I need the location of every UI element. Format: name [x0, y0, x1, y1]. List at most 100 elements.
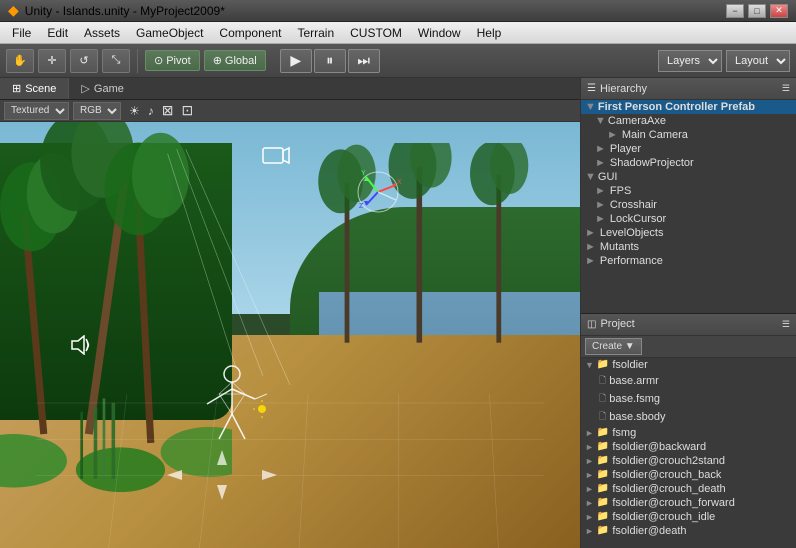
project-panel: ◫ Project ☰ Create ▼ ▼ 📁 fsoldier 🗋 base…	[581, 314, 796, 548]
svg-text:X: X	[397, 179, 402, 186]
hierarchy-item-gui[interactable]: ▼ GUI	[581, 170, 796, 184]
dot-maincamera: ►	[607, 129, 618, 141]
scene-tabs: ⊞ Scene ▷ Game	[0, 78, 580, 100]
tab-scene[interactable]: ⊞ Scene	[0, 78, 69, 99]
movement-arrows	[162, 445, 282, 505]
menu-bar: FileEditAssetsGameObjectComponentTerrain…	[0, 22, 796, 44]
create-button[interactable]: Create ▼	[585, 338, 642, 355]
dot-fps: ►	[595, 185, 606, 197]
menu-item-assets[interactable]: Assets	[76, 22, 128, 43]
scale-tool-button[interactable]: ⤡	[102, 49, 130, 73]
layers-dropdown[interactable]: Layers	[658, 50, 722, 72]
menu-item-file[interactable]: File	[4, 22, 39, 43]
hierarchy-item-fpcp[interactable]: ▼ First Person Controller Prefab	[581, 100, 796, 114]
project-item-fsoldier-backward[interactable]: ► 📁 fsoldier@backward	[581, 440, 796, 454]
rotate-tool-button[interactable]: ↺	[70, 49, 98, 73]
folder-icon-fsmg: 📁	[597, 427, 609, 438]
arrow-crouch-idle: ►	[585, 512, 594, 522]
game-tab-icon: ▷	[81, 82, 89, 95]
hierarchy-item-cameraaxe[interactable]: ▼ CameraAxe	[581, 114, 796, 128]
pivot-toggle[interactable]: ⊙ Pivot	[145, 50, 200, 71]
hierarchy-item-crosshair[interactable]: ► Crosshair	[581, 198, 796, 212]
menu-item-edit[interactable]: Edit	[39, 22, 76, 43]
gizmos-toggle[interactable]: ⊡	[182, 102, 194, 119]
hand-tool-button[interactable]: ✋	[6, 49, 34, 73]
image-effects-toggle[interactable]: ⊠	[162, 102, 174, 119]
pause-button[interactable]: ⏸	[314, 49, 346, 73]
arrow-gui: ▼	[585, 171, 596, 183]
hierarchy-item-maincamera[interactable]: ► Main Camera	[581, 128, 796, 142]
dot-levelobjects: ►	[585, 227, 596, 239]
layout-dropdown[interactable]: Layout	[726, 50, 790, 72]
folder-icon-crouch2stand: 📁	[597, 455, 609, 466]
viewport: X Y Z	[0, 122, 580, 548]
project-item-fsoldier[interactable]: ▼ 📁 fsoldier	[581, 358, 796, 372]
step-button[interactable]: ⏭	[348, 49, 380, 73]
lighting-toggle[interactable]: ☀	[129, 104, 140, 118]
title-bar: ◆ Unity - Islands.unity - MyProject2009*…	[0, 0, 796, 22]
folder-icon-crouch-forward: 📁	[597, 497, 609, 508]
play-button[interactable]: ▶	[280, 49, 312, 73]
audio-toggle[interactable]: ♪	[148, 104, 154, 118]
arrow-crouch-forward: ►	[585, 498, 594, 508]
arrow-crouch-death: ►	[585, 484, 594, 494]
camera-icon	[261, 143, 291, 168]
window-controls: − □ ✕	[726, 4, 788, 18]
menu-item-terrain[interactable]: Terrain	[289, 22, 342, 43]
menu-item-gameobject[interactable]: GameObject	[128, 22, 211, 43]
hierarchy-scroll: ▼ First Person Controller Prefab ▼ Camer…	[581, 100, 796, 313]
hierarchy-item-fps[interactable]: ► FPS	[581, 184, 796, 198]
project-item-fsoldier-crouch-idle[interactable]: ► 📁 fsoldier@crouch_idle	[581, 510, 796, 524]
hierarchy-item-player[interactable]: ► Player	[581, 142, 796, 156]
file-icon-basearmr: 🗋	[599, 373, 606, 389]
folder-icon-fsoldier: 📁	[597, 359, 609, 370]
shading-select[interactable]: Textured	[4, 102, 69, 120]
hierarchy-item-performance[interactable]: ► Performance	[581, 254, 796, 268]
arrow-fsmg: ►	[585, 428, 594, 438]
move-tool-button[interactable]: ✛	[38, 49, 66, 73]
project-item-fsoldier-crouch-death[interactable]: ► 📁 fsoldier@crouch_death	[581, 482, 796, 496]
project-item-fsoldier-death[interactable]: ► 📁 fsoldier@death	[581, 524, 796, 538]
minimize-button[interactable]: −	[726, 4, 744, 18]
dot-mutants: ►	[585, 241, 596, 253]
maximize-button[interactable]: □	[748, 4, 766, 18]
project-item-basearmr[interactable]: 🗋 base.armr	[581, 372, 796, 390]
dot-crosshair: ►	[595, 199, 606, 211]
folder-icon-backward: 📁	[597, 441, 609, 452]
dot-performance: ►	[585, 255, 596, 267]
project-menu[interactable]: ☰	[782, 319, 790, 330]
menu-item-window[interactable]: Window	[410, 22, 469, 43]
hierarchy-icon: ☰	[587, 83, 596, 94]
hierarchy-items: ▼ First Person Controller Prefab ▼ Camer…	[581, 100, 796, 313]
hierarchy-item-mutants[interactable]: ► Mutants	[581, 240, 796, 254]
global-toggle[interactable]: ⊕ Global	[204, 50, 266, 71]
dot-player: ►	[595, 143, 606, 155]
toolbar-sep-1	[137, 49, 138, 73]
right-panel: ☰ Hierarchy ☰ ▼ First Person Controller …	[581, 78, 796, 548]
project-item-fsoldier-crouch-forward[interactable]: ► 📁 fsoldier@crouch_forward	[581, 496, 796, 510]
pivot-icon: ⊙	[154, 54, 163, 67]
folder-icon-fsoldier-death: 📁	[597, 525, 609, 536]
file-icon-basefsmg: 🗋	[599, 391, 606, 407]
hierarchy-panel: ☰ Hierarchy ☰ ▼ First Person Controller …	[581, 78, 796, 314]
hierarchy-item-levelobjects[interactable]: ► LevelObjects	[581, 226, 796, 240]
play-controls: ▶ ⏸ ⏭	[280, 49, 380, 73]
project-item-fsoldier-crouch2stand[interactable]: ► 📁 fsoldier@crouch2stand	[581, 454, 796, 468]
project-item-fsoldier-crouch-back[interactable]: ► 📁 fsoldier@crouch_back	[581, 468, 796, 482]
menu-item-help[interactable]: Help	[469, 22, 510, 43]
dot-shadowprojector: ►	[595, 157, 606, 169]
menu-item-custom[interactable]: CUSTOM	[342, 22, 410, 43]
title-text: Unity - Islands.unity - MyProject2009*	[25, 4, 225, 18]
menu-item-component[interactable]: Component	[211, 22, 289, 43]
project-item-basefsmg[interactable]: 🗋 base.fsmg	[581, 390, 796, 408]
arrow-fsoldier-backward: ►	[585, 442, 594, 452]
folder-icon-crouch-idle: 📁	[597, 511, 609, 522]
hierarchy-item-lockcursor[interactable]: ► LockCursor	[581, 212, 796, 226]
close-button[interactable]: ✕	[770, 4, 788, 18]
channel-select[interactable]: RGB	[73, 102, 121, 120]
project-item-basesbody[interactable]: 🗋 base.sbody	[581, 408, 796, 426]
hierarchy-menu[interactable]: ☰	[782, 83, 790, 94]
tab-game[interactable]: ▷ Game	[69, 78, 135, 99]
hierarchy-item-shadowprojector[interactable]: ► ShadowProjector	[581, 156, 796, 170]
project-item-fsmg[interactable]: ► 📁 fsmg	[581, 426, 796, 440]
